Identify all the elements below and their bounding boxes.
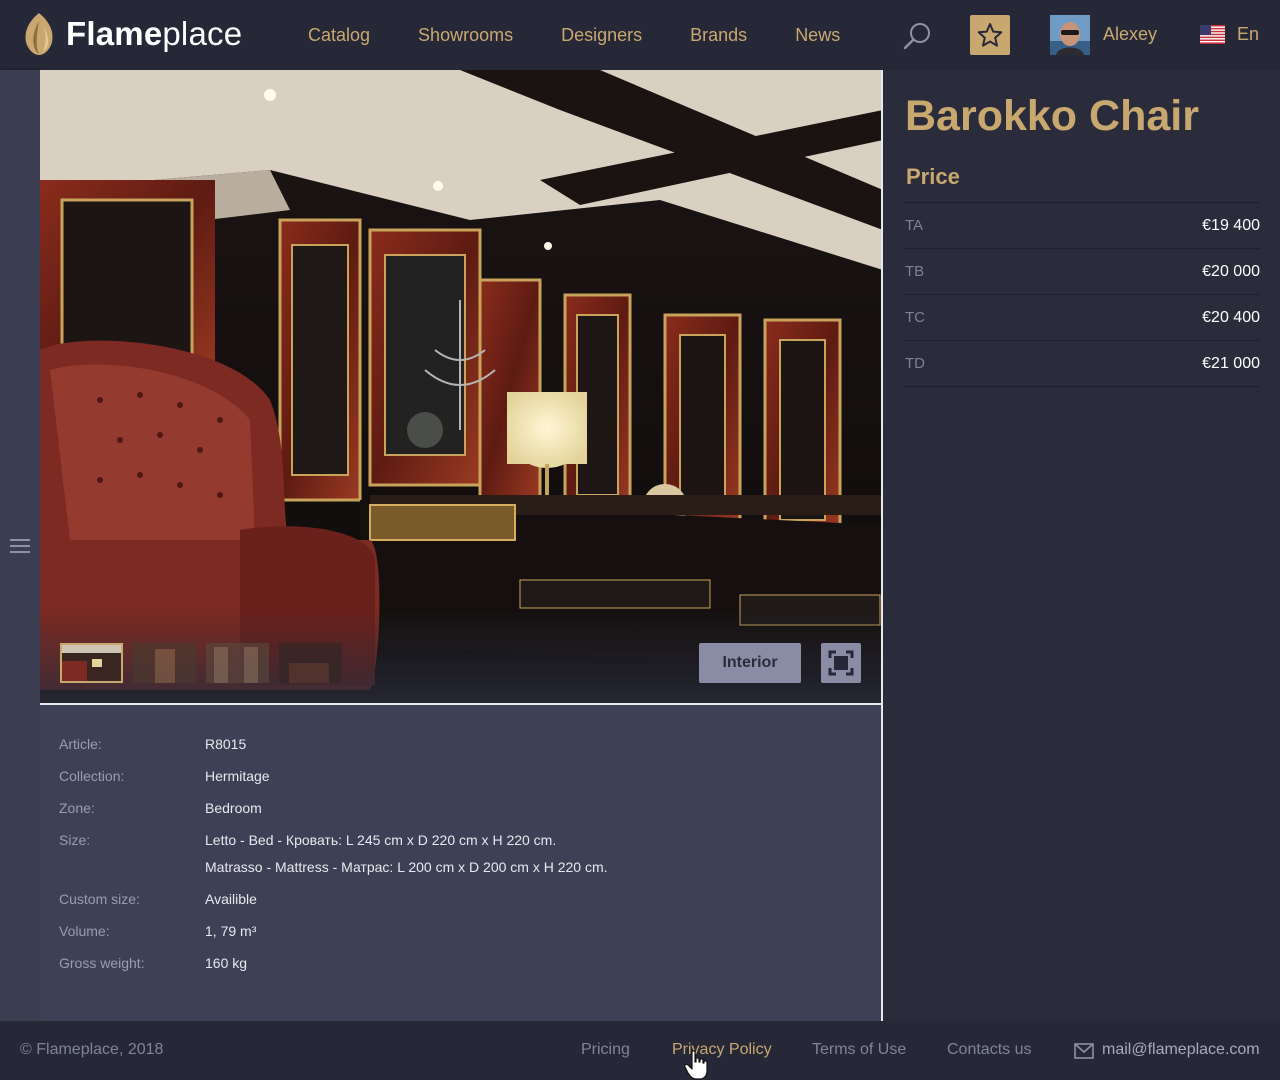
mail-icon bbox=[1074, 1043, 1094, 1059]
email-link[interactable]: mail@flameplace.com bbox=[1102, 1041, 1260, 1059]
price-code: TC bbox=[905, 309, 925, 326]
nav-catalog[interactable]: Catalog bbox=[308, 24, 370, 46]
nav-showrooms[interactable]: Showrooms bbox=[418, 24, 513, 46]
main-nav: Catalog Showrooms Designers Brands News bbox=[308, 24, 888, 46]
spec-row-article: Article: R8015 bbox=[59, 736, 247, 752]
gallery-thumbnail[interactable] bbox=[279, 643, 342, 683]
avatar[interactable] bbox=[1050, 15, 1090, 55]
price-amount: €19 400 bbox=[1202, 216, 1260, 234]
gallery-thumbnail[interactable] bbox=[60, 643, 123, 683]
footer: © Flameplace, 2018 Pricing Privacy Polic… bbox=[0, 1021, 1280, 1080]
footer-link-terms-of-use[interactable]: Terms of Use bbox=[812, 1041, 906, 1059]
price-heading: Price bbox=[906, 164, 960, 189]
spec-row-collection: Collection: Hermitage bbox=[59, 768, 270, 784]
price-row: TA €19 400 bbox=[904, 203, 1260, 249]
favorites-button[interactable] bbox=[970, 15, 1010, 55]
flame-logo-icon bbox=[25, 13, 53, 55]
hamburger-menu-icon[interactable] bbox=[10, 539, 30, 553]
spec-row-size: Size: Letto - Bed - Кровать: L 245 cm x … bbox=[59, 832, 608, 875]
product-title: Barokko Chair bbox=[905, 92, 1199, 140]
product-specs: Article: R8015 Collection: Hermitage Zon… bbox=[40, 705, 881, 1021]
user-name[interactable]: Alexey bbox=[1103, 24, 1157, 45]
nav-brands[interactable]: Brands bbox=[690, 24, 747, 46]
logo[interactable]: Flameplace bbox=[22, 10, 242, 58]
logo-wordmark: Flameplace bbox=[66, 15, 243, 52]
price-code: TD bbox=[905, 355, 925, 372]
nav-news[interactable]: News bbox=[795, 24, 840, 46]
spec-row-zone: Zone: Bedroom bbox=[59, 800, 262, 816]
gallery-thumbnail[interactable] bbox=[133, 643, 196, 683]
side-drawer-strip bbox=[0, 70, 40, 1021]
gallery-thumbnails bbox=[60, 643, 352, 683]
footer-link-pricing[interactable]: Pricing bbox=[581, 1041, 630, 1059]
copyright-text: © Flameplace, 2018 bbox=[20, 1041, 164, 1058]
footer-link-privacy-policy[interactable]: Privacy Policy bbox=[672, 1041, 772, 1059]
fullscreen-button[interactable] bbox=[821, 643, 861, 683]
price-code: TA bbox=[905, 217, 924, 234]
gallery-thumbnail[interactable] bbox=[206, 643, 269, 683]
interior-view-button[interactable]: Interior bbox=[699, 643, 801, 683]
price-amount: €20 000 bbox=[1202, 262, 1260, 280]
star-icon bbox=[977, 23, 1003, 47]
us-flag-icon[interactable] bbox=[1200, 25, 1225, 44]
spec-row-gross-weight: Gross weight: 160 kg bbox=[59, 955, 248, 971]
top-header: Flameplace Catalog Showrooms Designers B… bbox=[0, 0, 1280, 70]
spec-row-custom-size: Custom size: Availible bbox=[59, 891, 257, 907]
nav-designers[interactable]: Designers bbox=[561, 24, 642, 46]
product-photo: Interior bbox=[40, 70, 883, 705]
search-icon[interactable] bbox=[903, 21, 933, 51]
price-row: TB €20 000 bbox=[904, 249, 1260, 295]
spec-row-volume: Volume: 1, 79 m³ bbox=[59, 923, 257, 939]
price-table: TA €19 400 TB €20 000 TC €20 400 TD €21 … bbox=[904, 202, 1260, 387]
fullscreen-icon bbox=[828, 650, 854, 676]
price-amount: €20 400 bbox=[1202, 308, 1260, 326]
price-amount: €21 000 bbox=[1202, 354, 1260, 372]
language-selector[interactable]: En bbox=[1237, 24, 1259, 45]
footer-link-contacts[interactable]: Contacts us bbox=[947, 1041, 1031, 1059]
price-code: TB bbox=[905, 263, 925, 280]
product-info-panel: Barokko Chair Price TA €19 400 TB €20 00… bbox=[883, 70, 1280, 1021]
price-row: TD €21 000 bbox=[904, 341, 1260, 387]
price-row: TC €20 400 bbox=[904, 295, 1260, 341]
interior-photo-image bbox=[40, 70, 883, 705]
